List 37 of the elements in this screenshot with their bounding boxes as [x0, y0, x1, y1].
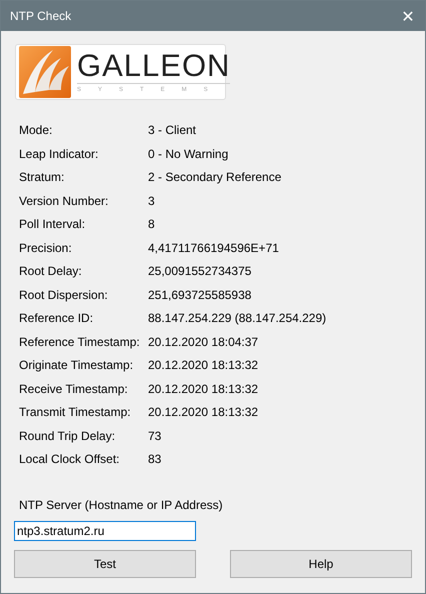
field-label: Local Clock Offset: — [19, 451, 120, 467]
window-title: NTP Check — [10, 9, 72, 23]
field-value: 4,41711766194596E+71 — [148, 240, 279, 256]
field-value: 3 — [148, 192, 155, 208]
field-value: 83 — [148, 451, 162, 467]
field-label: Root Delay: — [19, 263, 82, 279]
field-label: Transmit Timestamp: — [19, 404, 131, 420]
field-value: 20.12.2020 18:13:32 — [148, 380, 258, 396]
field-value: 20.12.2020 18:13:32 — [148, 357, 258, 373]
field-value: 2 - Secondary Reference — [148, 169, 282, 185]
field-label: Reference Timestamp: — [19, 334, 140, 350]
field-value: 3 - Client — [148, 122, 196, 138]
field-label: Leap Indicator: — [19, 146, 98, 162]
dialog-button[interactable]: Test — [14, 550, 196, 578]
field-value: 88.147.254.229 (88.147.254.229) — [148, 310, 326, 326]
field-label: Receive Timestamp: — [19, 380, 128, 396]
field-label: Reference ID: — [19, 310, 94, 326]
server-input[interactable]: ntp3.stratum2.ru — [14, 521, 196, 541]
field-value: 20.12.2020 18:04:37 — [148, 334, 258, 350]
field-label: Root Dispersion: — [19, 286, 108, 302]
field-label: Poll Interval: — [19, 216, 86, 232]
dialog-button[interactable]: Help — [230, 550, 412, 578]
field-value: 0 - No Warning — [148, 146, 228, 162]
field-label: Mode: — [19, 122, 52, 138]
field-value: 25,0091552734375 — [148, 263, 252, 279]
logo-wordmark: GALLEON — [77, 49, 230, 84]
field-label: Version Number: — [19, 192, 108, 208]
server-label: NTP Server (Hostname or IP Address) — [19, 497, 224, 513]
field-label: Precision: — [19, 240, 72, 256]
field-value: 8 — [148, 216, 155, 232]
field-label: Stratum: — [19, 169, 64, 185]
field-value: 20.12.2020 18:13:32 — [148, 404, 258, 420]
field-label: Originate Timestamp: — [19, 357, 134, 373]
field-label: Round Trip Delay: — [19, 428, 116, 444]
field-value: 73 — [148, 428, 162, 444]
field-value: 251,693725585938 — [148, 286, 252, 302]
close-button[interactable]: ✕ — [391, 1, 425, 31]
